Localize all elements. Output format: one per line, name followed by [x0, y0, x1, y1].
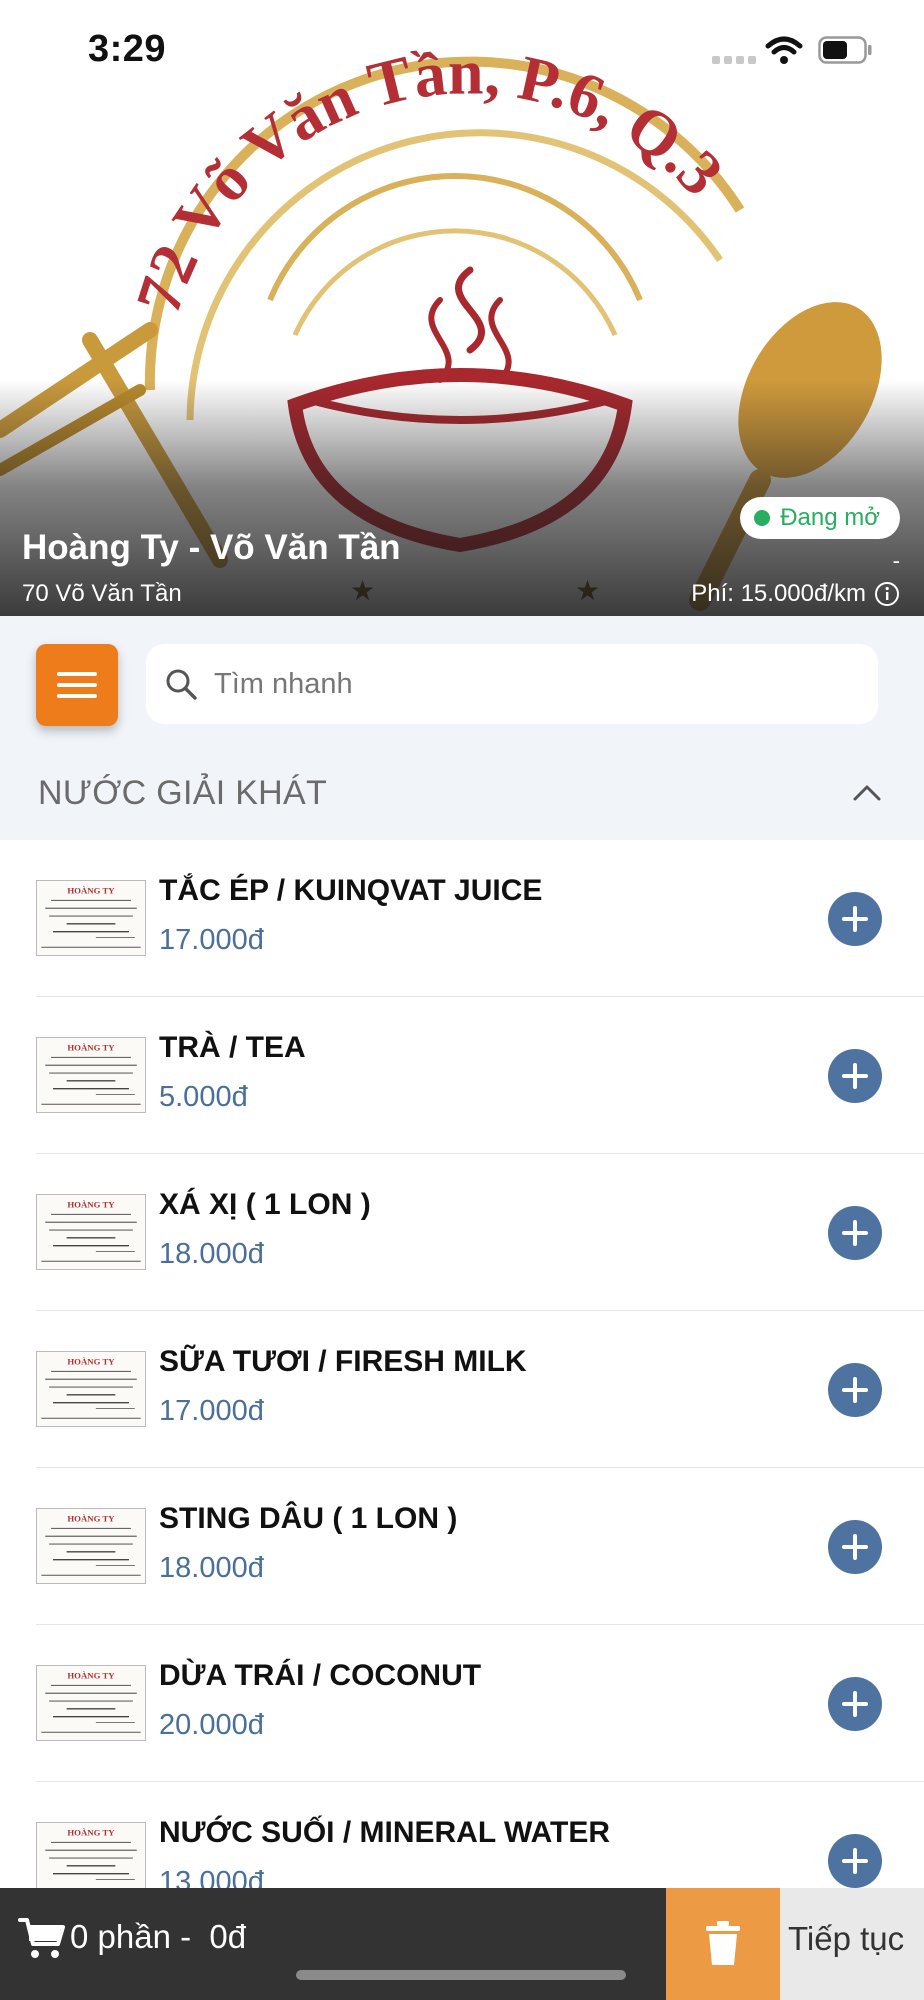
cart-icon[interactable] — [18, 1914, 66, 1962]
item-thumbnail: HOÀNG TY — [36, 1665, 146, 1741]
list-item[interactable]: HOÀNG TY STING DÂU ( 1 LON ) 18.000đ — [0, 1468, 924, 1625]
item-name: TẮC ÉP / KUINQVAT JUICE — [159, 874, 543, 907]
home-indicator[interactable] — [296, 1970, 626, 1980]
list-item[interactable]: HOÀNG TY TRÀ / TEA 5.000đ — [0, 997, 924, 1154]
continue-button[interactable]: Tiếp tục — [780, 1888, 924, 2000]
cellular-signal-icon — [712, 56, 756, 64]
open-status-text: Đang mở — [780, 504, 880, 531]
search-icon — [166, 669, 197, 700]
thumbnail-brand: HOÀNG TY — [67, 1043, 115, 1053]
distance-value: - — [892, 548, 900, 573]
thumbnail-brand: HOÀNG TY — [67, 1200, 115, 1210]
item-price: 18.000đ — [159, 1552, 264, 1584]
item-thumbnail: HOÀNG TY — [36, 1822, 146, 1888]
plus-circle-icon[interactable] — [828, 892, 882, 946]
store-name: Hoàng Ty - Võ Văn Tần — [22, 528, 401, 567]
plus-circle-icon[interactable] — [828, 1049, 882, 1103]
search-input[interactable] — [212, 666, 836, 702]
cart-bar: 0 phần - 0đ Tiếp tục — [0, 1888, 924, 2000]
status-bar: 3:29 — [0, 0, 924, 100]
item-price: 5.000đ — [159, 1081, 248, 1113]
list-item[interactable]: HOÀNG TY TẮC ÉP / KUINQVAT JUICE 17.000đ — [0, 840, 924, 997]
plus-circle-icon[interactable] — [828, 1520, 882, 1574]
list-item[interactable]: HOÀNG TY SỮA TƯƠI / FIRESH MILK 17.000đ — [0, 1311, 924, 1468]
cart-summary[interactable]: 0 phần - 0đ — [70, 1918, 246, 1956]
list-item[interactable]: HOÀNG TY XÁ XỊ ( 1 LON ) 18.000đ — [0, 1154, 924, 1311]
item-name: XÁ XỊ ( 1 LON ) — [159, 1188, 371, 1221]
status-time: 3:29 — [88, 28, 167, 70]
thumbnail-brand: HOÀNG TY — [67, 886, 115, 896]
item-price: 18.000đ — [159, 1238, 264, 1270]
info-icon[interactable] — [874, 581, 900, 607]
hamburger-icon — [57, 672, 97, 698]
delivery-fee-text: Phí: 15.000đ/km — [691, 580, 866, 607]
thumbnail-brand: HOÀNG TY — [67, 1357, 115, 1367]
trash-icon — [706, 1921, 740, 1965]
list-item[interactable]: HOÀNG TY NƯỚC SUỐI / MINERAL WATER 13.00… — [0, 1782, 924, 1888]
item-thumbnail: HOÀNG TY — [36, 1508, 146, 1584]
category-title: NƯỚC GIẢI KHÁT — [38, 774, 328, 812]
list-item[interactable]: HOÀNG TY DỪA TRÁI / COCONUT 20.000đ — [0, 1625, 924, 1782]
thumbnail-brand: HOÀNG TY — [67, 1514, 115, 1524]
item-name: NƯỚC SUỐI / MINERAL WATER — [159, 1816, 611, 1849]
clear-cart-button[interactable] — [666, 1888, 780, 2000]
thumbnail-brand: HOÀNG TY — [67, 1828, 115, 1838]
plus-circle-icon[interactable] — [828, 1363, 882, 1417]
item-name: TRÀ / TEA — [159, 1031, 306, 1064]
category-menu-button[interactable] — [36, 644, 118, 726]
item-name: DỪA TRÁI / COCONUT — [159, 1659, 482, 1692]
plus-circle-icon[interactable] — [828, 1206, 882, 1260]
menu-item-list[interactable]: HOÀNG TY TẮC ÉP / KUINQVAT JUICE 17.000đ… — [0, 840, 924, 1888]
store-address: 70 Võ Văn Tần — [22, 580, 182, 607]
wifi-icon — [765, 36, 803, 64]
item-name: SỮA TƯƠI / FIRESH MILK — [159, 1345, 527, 1378]
continue-label: Tiếp tục — [788, 1920, 905, 1957]
item-price: 17.000đ — [159, 924, 264, 956]
plus-circle-icon[interactable] — [828, 1677, 882, 1731]
thumbnail-brand: HOÀNG TY — [67, 1671, 115, 1681]
delivery-fee[interactable]: Phí: 15.000đ/km — [691, 580, 900, 608]
battery-icon — [818, 36, 872, 64]
item-price: 20.000đ — [159, 1709, 264, 1741]
item-thumbnail: HOÀNG TY — [36, 1194, 146, 1270]
status-dot-icon — [754, 510, 771, 526]
search-box[interactable] — [146, 644, 878, 724]
open-status-badge: Đang mở — [740, 497, 900, 539]
plus-circle-icon[interactable] — [828, 1834, 882, 1888]
chevron-up-icon[interactable] — [852, 780, 882, 804]
item-price: 17.000đ — [159, 1395, 264, 1427]
item-price: 13.000đ — [159, 1866, 264, 1888]
item-thumbnail: HOÀNG TY — [36, 1351, 146, 1427]
item-thumbnail: HOÀNG TY — [36, 1037, 146, 1113]
item-name: STING DÂU ( 1 LON ) — [159, 1502, 458, 1535]
item-thumbnail: HOÀNG TY — [36, 880, 146, 956]
